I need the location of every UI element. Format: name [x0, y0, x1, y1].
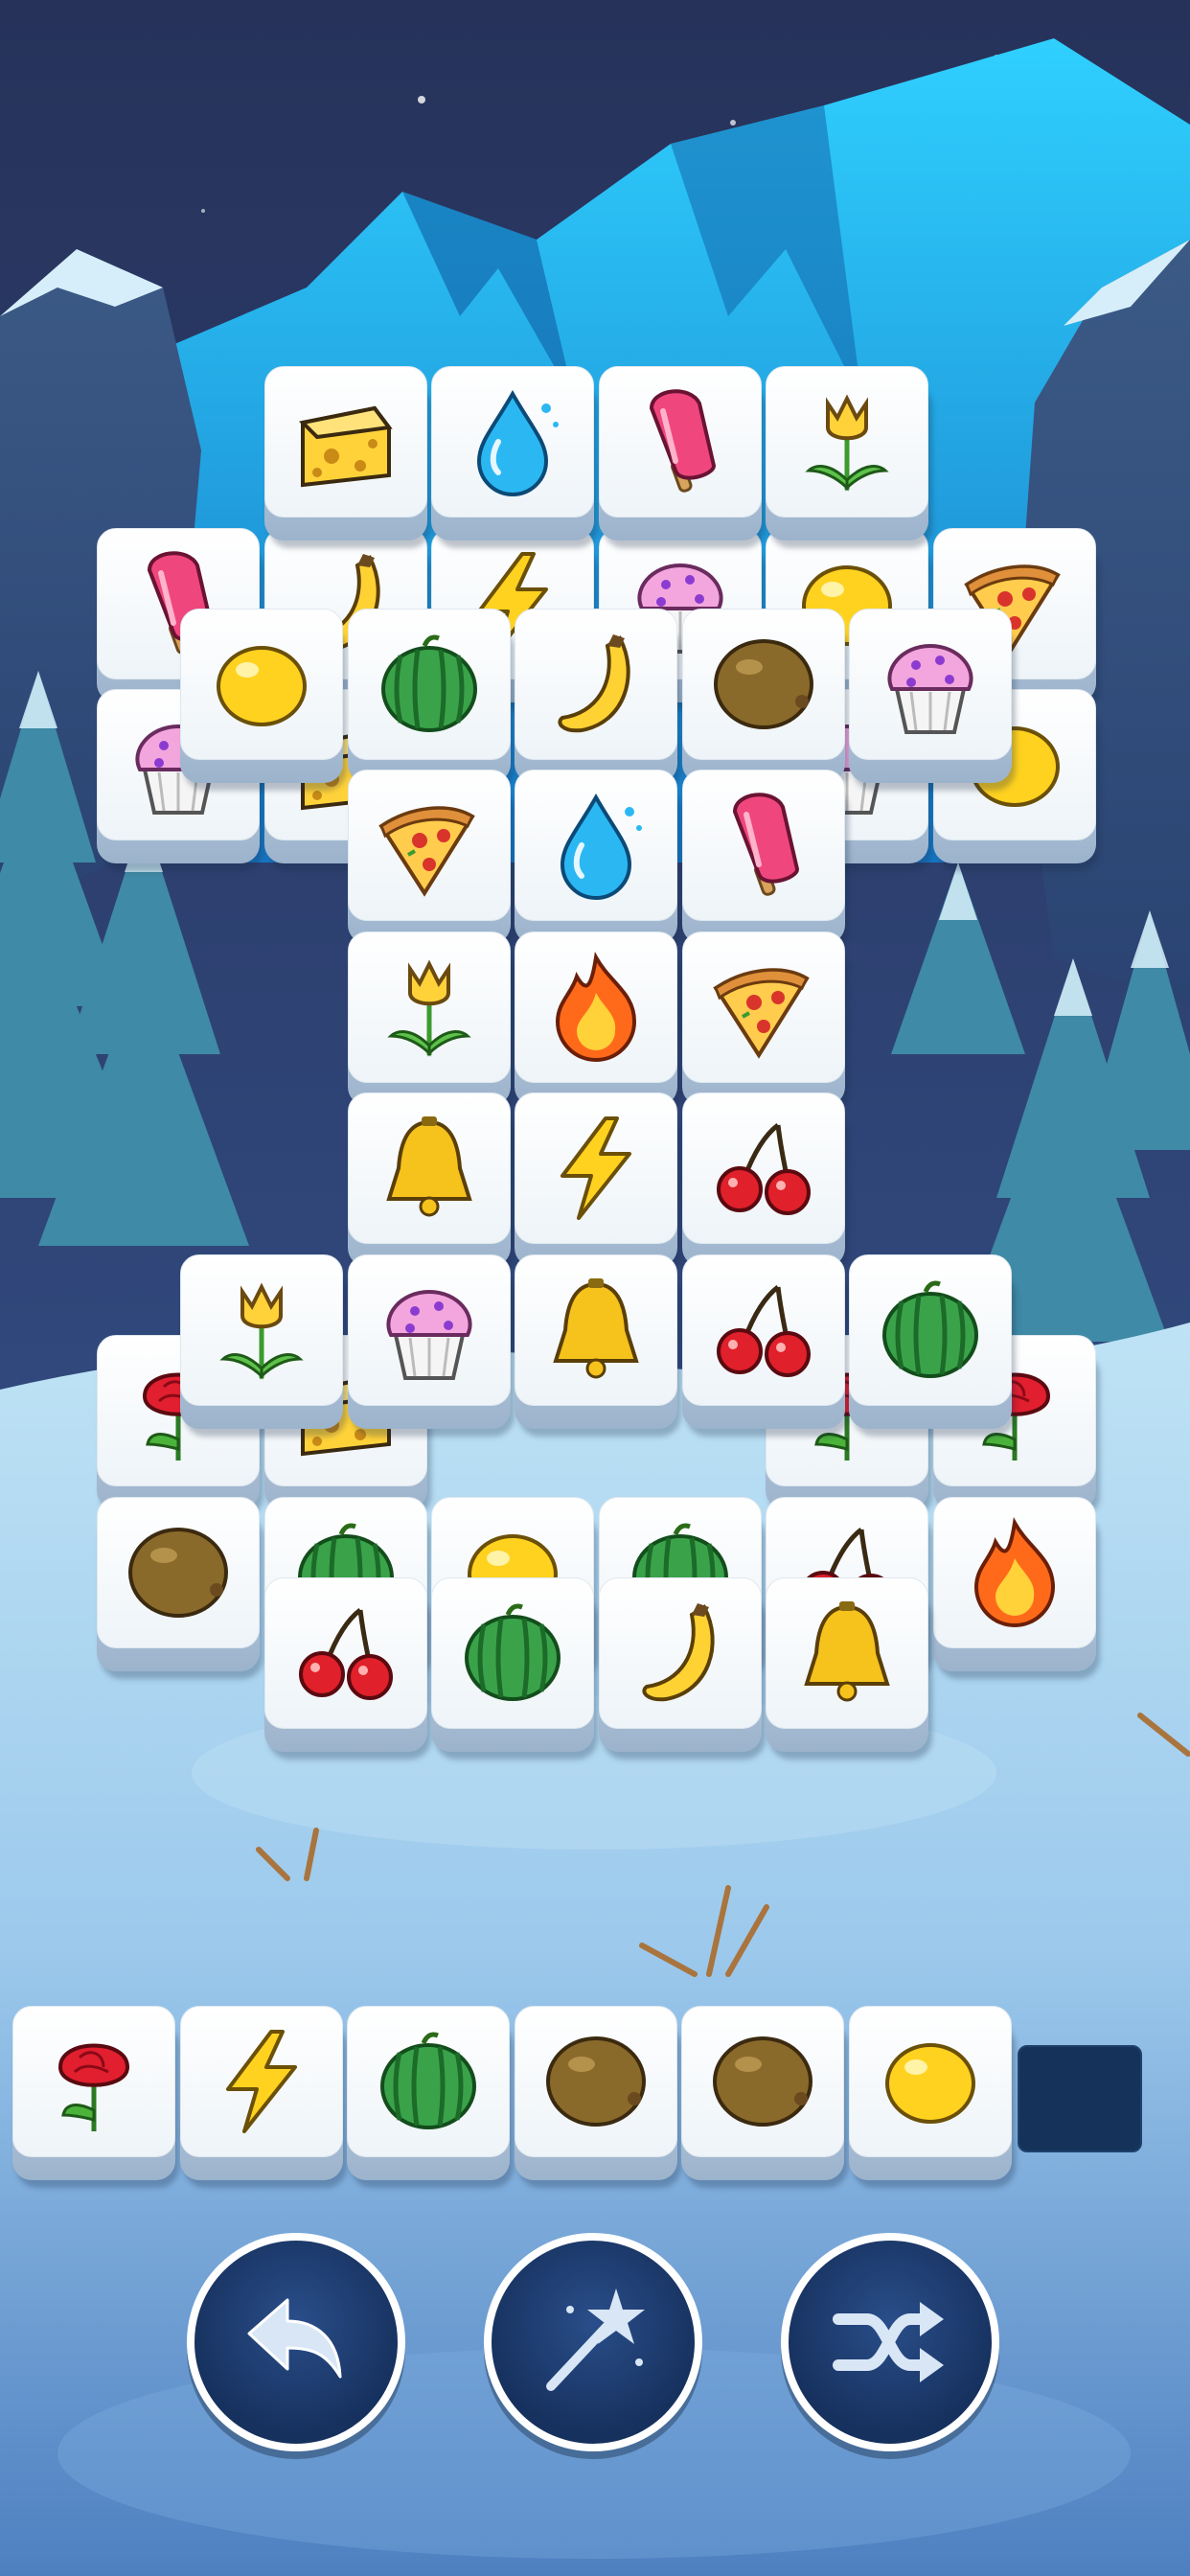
- lightning-icon: [561, 1116, 631, 1220]
- board-tile[interactable]: [682, 770, 849, 952]
- board-tile[interactable]: [515, 1254, 681, 1437]
- board-tile[interactable]: [431, 366, 598, 548]
- popsicle-icon: [732, 793, 800, 896]
- cheese-icon: [298, 405, 393, 488]
- tile-board: [0, 0, 1190, 2576]
- board-tile[interactable]: [849, 609, 1016, 791]
- board-tile[interactable]: [348, 1092, 515, 1275]
- kiwi-icon: [713, 2036, 812, 2127]
- board-tile: [97, 1497, 263, 1679]
- pizza-icon: [713, 968, 810, 1059]
- board-tile[interactable]: [682, 932, 849, 1114]
- board-tile[interactable]: [515, 609, 681, 791]
- water-drop-icon: [560, 793, 642, 900]
- bell-icon: [553, 1278, 639, 1379]
- cherries-icon: [717, 1123, 811, 1215]
- water-drop-icon: [476, 389, 559, 496]
- kiwi-icon: [128, 1528, 228, 1618]
- cupcake-icon: [887, 643, 973, 734]
- board-tile[interactable]: [348, 932, 515, 1114]
- tray-tile: [848, 2006, 1016, 2188]
- cherries-icon: [299, 1608, 393, 1700]
- shuffle-button[interactable]: [781, 2233, 999, 2451]
- board-tile[interactable]: [766, 366, 932, 548]
- bell-icon: [386, 1116, 472, 1217]
- pizza-icon: [378, 806, 475, 897]
- tray-tile: [514, 2006, 681, 2188]
- bell-icon: [804, 1601, 890, 1702]
- board-tile[interactable]: [348, 1254, 515, 1437]
- banana-icon: [642, 1603, 715, 1702]
- shuffle-icon: [833, 2302, 944, 2382]
- fire-icon: [973, 1516, 1056, 1627]
- kiwi-icon: [714, 639, 813, 729]
- board-tile[interactable]: [180, 1254, 347, 1437]
- tulip-icon: [219, 1282, 304, 1380]
- tulip-icon: [387, 959, 471, 1057]
- board-tile[interactable]: [682, 609, 849, 791]
- lemon-icon: [217, 646, 307, 726]
- board-tile[interactable]: [264, 1577, 431, 1760]
- tray-tile: [347, 2006, 514, 2188]
- board-tile: [933, 1497, 1100, 1679]
- fire-icon: [555, 951, 637, 1062]
- board-tile[interactable]: [599, 366, 766, 548]
- board-tile[interactable]: [515, 1092, 681, 1275]
- tray-empty-slot: [1018, 2045, 1142, 2152]
- watermelon-icon: [465, 1603, 561, 1701]
- popsicle-icon: [649, 389, 717, 493]
- watermelon-icon: [882, 1280, 978, 1378]
- board-tile[interactable]: [348, 609, 515, 791]
- watermelon-icon: [380, 2032, 476, 2129]
- board-tile[interactable]: [431, 1577, 598, 1760]
- board-tile[interactable]: [264, 366, 431, 548]
- banana-icon: [558, 634, 630, 733]
- kiwi-icon: [545, 2036, 646, 2127]
- tray-tile: [179, 2006, 347, 2188]
- lightning-icon: [225, 2030, 297, 2133]
- board-tile[interactable]: [515, 932, 681, 1114]
- board-tile[interactable]: [682, 1092, 849, 1275]
- board-tile[interactable]: [682, 1254, 849, 1437]
- tray-tile: [681, 2006, 848, 2188]
- cherries-icon: [717, 1285, 811, 1377]
- board-tile[interactable]: [766, 1577, 932, 1760]
- cupcake-icon: [386, 1289, 472, 1380]
- undo-arrow-icon: [247, 2298, 342, 2379]
- board-tile[interactable]: [599, 1577, 766, 1760]
- rose-icon: [57, 2043, 130, 2131]
- board-tile[interactable]: [849, 1254, 1016, 1437]
- board-tile[interactable]: [180, 609, 347, 791]
- lemon-icon: [884, 2043, 975, 2124]
- board-tile[interactable]: [515, 770, 681, 952]
- tulip-icon: [805, 394, 889, 492]
- tray-tile: [12, 2006, 179, 2188]
- hint-button[interactable]: [484, 2233, 702, 2451]
- watermelon-icon: [381, 634, 477, 732]
- board-tile[interactable]: [348, 770, 515, 952]
- undo-button[interactable]: [187, 2233, 405, 2451]
- magic-wand-icon: [546, 2288, 645, 2391]
